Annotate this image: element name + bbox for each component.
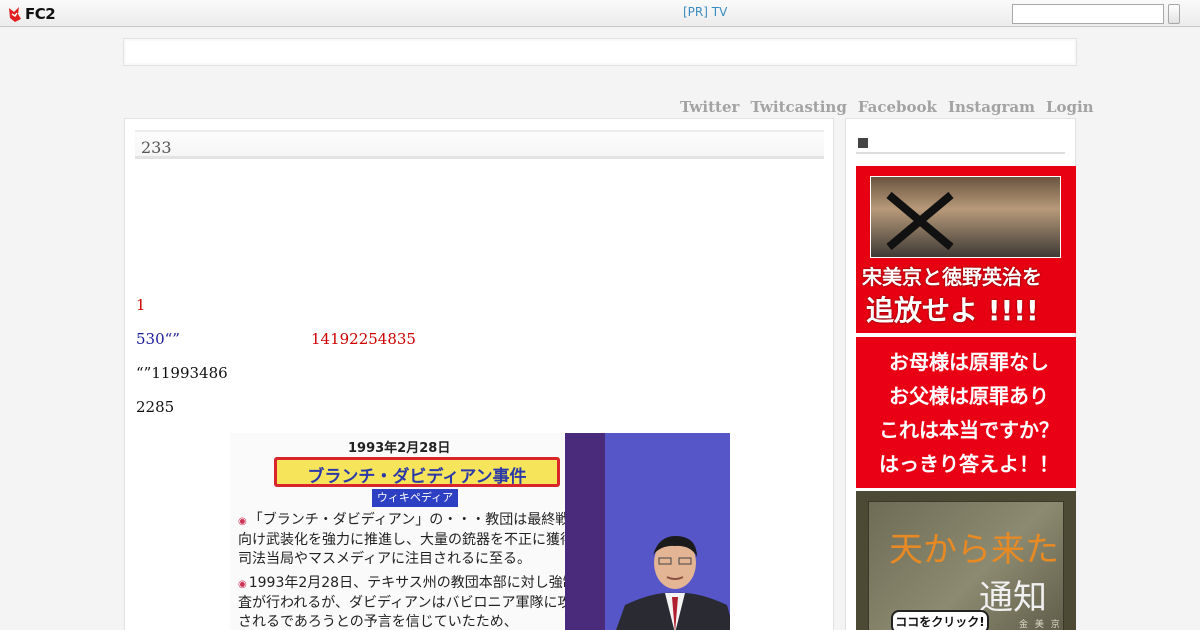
banner-photo: [870, 176, 1061, 258]
facebook-link[interactable]: Facebook: [858, 98, 937, 116]
pr-tv-link[interactable]: [PR] TV: [683, 5, 727, 19]
sidebar-heading: [856, 137, 1065, 154]
book-author: 金 美 京 著: [1019, 620, 1062, 630]
slide-para-1: 「ブランチ・ダビディアン」の・・・教団は最終戦争に向け武装化を強力に推進し、大量…: [238, 512, 598, 567]
fc2-logo-text: FC2: [25, 5, 56, 23]
video-thumbnail[interactable]: 1993年2月28日 ブランチ・ダビディアン事件 ウィキペディア ◉ 「ブランチ・…: [230, 433, 730, 630]
login-link[interactable]: Login: [1046, 98, 1094, 116]
post-text-line: 1: [136, 296, 146, 314]
search-input[interactable]: [1012, 4, 1164, 24]
slide-body: ◉ 「ブランチ・ダビディアン」の・・・教団は最終戦争に向け武装化を強力に推進し、大…: [238, 511, 598, 630]
sidebar-banner-book[interactable]: 天から来た 通知 ココをクリック! 金 美 京 著: [856, 491, 1076, 630]
bullet-icon: ◉: [238, 579, 247, 590]
banner-names-text: 宋美京と徳野英治を: [862, 265, 1042, 289]
twitter-link[interactable]: Twitter: [680, 98, 739, 116]
banner-line: お母様は原罪なし: [889, 350, 1049, 374]
banner-expel-text: 追放せよ !!!!: [866, 294, 1039, 327]
fc2-logo[interactable]: FC2: [7, 4, 56, 24]
slide-wiki-label: ウィキペディア: [372, 489, 458, 507]
banner-question-text: お母様は原罪なし お父様は原罪あり これは本当ですか？ はっきり答えよ！！: [864, 345, 1074, 481]
post-text-line: 530“”: [136, 330, 180, 348]
post-text-line: “”11993486: [136, 364, 228, 382]
fc2-fox-icon: [7, 6, 23, 23]
banner-line: はっきり答えよ！！: [879, 452, 1059, 476]
main-article: 233 1 530“” 14192254835 “”11993486 2285 …: [124, 118, 834, 630]
social-nav: Twitter Twitcasting Facebook Instagram L…: [680, 98, 1094, 116]
slide-banner: ブランチ・ダビディアン事件: [274, 457, 560, 487]
twitcasting-link[interactable]: Twitcasting: [750, 98, 846, 116]
slide-panel: 1993年2月28日 ブランチ・ダビディアン事件 ウィキペディア ◉ 「ブランチ・…: [230, 433, 597, 630]
sidebar-banner-expel[interactable]: 宋美京と徳野英治を 追放せよ !!!!: [856, 166, 1076, 333]
fc2-header-bar: FC2 [PR] TV: [0, 0, 1200, 27]
book-title-1: 天から来た: [889, 530, 1059, 570]
sidebar-banner-original-sin[interactable]: お母様は原罪なし お父様は原罪あり これは本当ですか？ はっきり答えよ！！: [856, 337, 1076, 488]
slide-para-2: 1993年2月28日、テキサス州の教団本部に対し強制捜査が行われるが、ダビディア…: [238, 575, 591, 630]
banner-line: これは本当ですか？: [879, 418, 1059, 442]
cross-mark-icon: [886, 191, 954, 251]
sidebar: 宋美京と徳野英治を 追放せよ !!!! お母様は原罪なし お父様は原罪あり これ…: [845, 118, 1076, 630]
book-title-2: 通知: [979, 578, 1047, 618]
speaker-image: [616, 535, 730, 630]
slide-banner-text: ブランチ・ダビディアン事件: [307, 467, 527, 487]
ad-space: [135, 167, 824, 287]
click-here-button[interactable]: ココをクリック!: [891, 610, 989, 630]
post-text-line: 2285: [136, 398, 175, 416]
search-button[interactable]: [1168, 4, 1180, 24]
post-text-line: 14192254835: [311, 330, 416, 348]
bullet-icon: ◉: [238, 516, 247, 527]
slide-date: 1993年2月28日: [348, 441, 451, 456]
square-icon: [858, 138, 868, 148]
book-cover: 天から来た 通知 ココをクリック! 金 美 京 著: [868, 501, 1064, 630]
ad-banner-strip: [123, 38, 1077, 66]
banner-line: お父様は原罪あり: [889, 384, 1049, 408]
instagram-link[interactable]: Instagram: [948, 98, 1035, 116]
post-title: 233: [135, 130, 824, 159]
